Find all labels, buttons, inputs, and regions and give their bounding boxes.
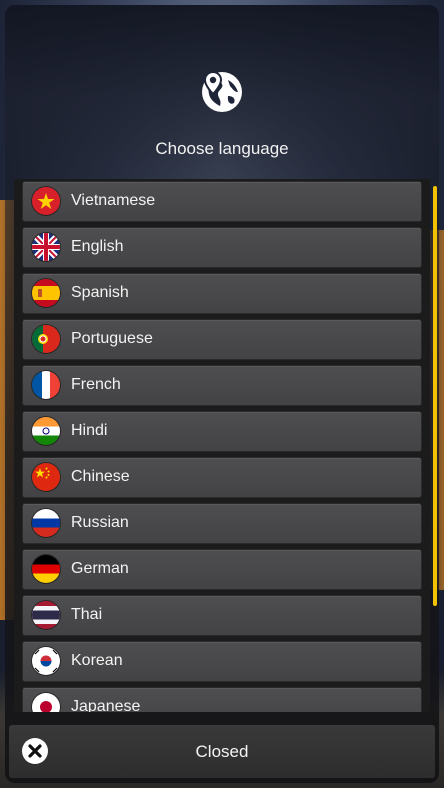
thailand-flag-icon [32,601,60,629]
language-item-english[interactable]: English [22,227,422,268]
language-item-russian[interactable]: Russian [22,503,422,544]
language-list[interactable]: Vietnamese English Spanish Portuguese Fr… [14,179,430,712]
language-label: Korean [71,652,123,669]
china-flag-icon [32,463,60,491]
language-label: Spanish [71,284,129,301]
language-item-hindi[interactable]: Hindi [22,411,422,452]
language-label: Russian [71,514,129,531]
language-label: Japanese [71,698,141,712]
language-item-vietnamese[interactable]: Vietnamese [22,181,422,222]
language-item-korean[interactable]: Korean [22,641,422,682]
language-item-german[interactable]: German [22,549,422,590]
close-button-label[interactable]: Closed [9,742,435,762]
language-label: English [71,238,124,255]
germany-flag-icon [32,555,60,583]
portugal-flag-icon [32,325,60,353]
language-label: French [71,376,121,393]
language-item-japanese[interactable]: Japanese [22,687,422,712]
language-item-spanish[interactable]: Spanish [22,273,422,314]
language-label: Chinese [71,468,130,485]
india-flag-icon [32,417,60,445]
language-label: Vietnamese [71,192,156,209]
vietnam-flag-icon [32,187,60,215]
uk-flag-icon [32,233,60,261]
language-item-thai[interactable]: Thai [22,595,422,636]
language-label: Thai [71,606,103,623]
korea-flag-icon [32,647,60,675]
close-bar[interactable]: Closed [9,725,435,778]
spain-flag-icon [32,279,60,307]
japan-flag-icon [32,693,60,712]
russia-flag-icon [32,509,60,537]
language-label: German [71,560,129,577]
language-label: Portuguese [71,330,153,347]
language-item-portuguese[interactable]: Portuguese [22,319,422,360]
language-label: Hindi [71,422,108,439]
list-scrollbar[interactable] [433,186,437,606]
france-flag-icon [32,371,60,399]
dialog-title: Choose language [155,139,289,158]
globe-location-icon [200,70,244,114]
language-item-chinese[interactable]: Chinese [22,457,422,498]
language-item-french[interactable]: French [22,365,422,406]
